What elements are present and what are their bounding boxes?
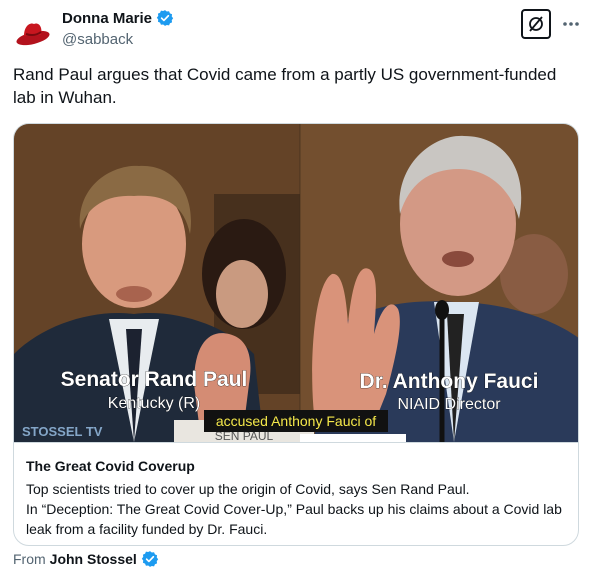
link-card[interactable]: SEN PAUL Senator Rand Paul Kentucky (R) … bbox=[13, 123, 579, 546]
card-image[interactable]: SEN PAUL Senator Rand Paul Kentucky (R) … bbox=[14, 124, 578, 442]
card-title: The Great Covid Coverup bbox=[26, 458, 195, 474]
author-handle[interactable]: @sabback bbox=[62, 31, 133, 48]
grok-icon bbox=[529, 16, 543, 32]
from-prefix: From bbox=[13, 551, 46, 567]
author-display-name[interactable]: Donna Marie bbox=[62, 10, 152, 27]
right-caption-name: Dr. Anthony Fauci bbox=[360, 370, 539, 393]
avatar[interactable] bbox=[14, 14, 52, 52]
tweet-text: Rand Paul argues that Covid came from a … bbox=[13, 65, 557, 107]
grok-button[interactable] bbox=[521, 9, 551, 39]
video-subtitle: accused Anthony Fauci of bbox=[216, 413, 376, 429]
tweet-header: Donna Marie @sabback bbox=[0, 0, 591, 60]
author-name-row: Donna Marie bbox=[62, 9, 174, 27]
more-dots-icon bbox=[563, 22, 579, 26]
more-options-button[interactable] bbox=[557, 10, 585, 38]
right-caption-sub: NIAID Director bbox=[397, 396, 501, 413]
from-name[interactable]: John Stossel bbox=[50, 551, 137, 567]
card-meta[interactable]: The Great Covid Coverup Top scientists t… bbox=[14, 442, 578, 545]
card-description-line1: Top scientists tried to cover up the ori… bbox=[26, 481, 470, 497]
red-cowboy-hat-icon bbox=[16, 23, 50, 46]
verified-badge-icon bbox=[141, 550, 159, 568]
left-caption-sub: Kentucky (R) bbox=[108, 395, 200, 412]
verified-badge-icon bbox=[156, 9, 174, 27]
left-caption-name: Senator Rand Paul bbox=[61, 368, 248, 391]
card-description-line2: In “Deception: The Great Covid Cover-Up,… bbox=[26, 501, 562, 537]
card-source-row: From John Stossel bbox=[13, 550, 159, 568]
stossel-watermark: STOSSEL TV bbox=[22, 424, 103, 439]
